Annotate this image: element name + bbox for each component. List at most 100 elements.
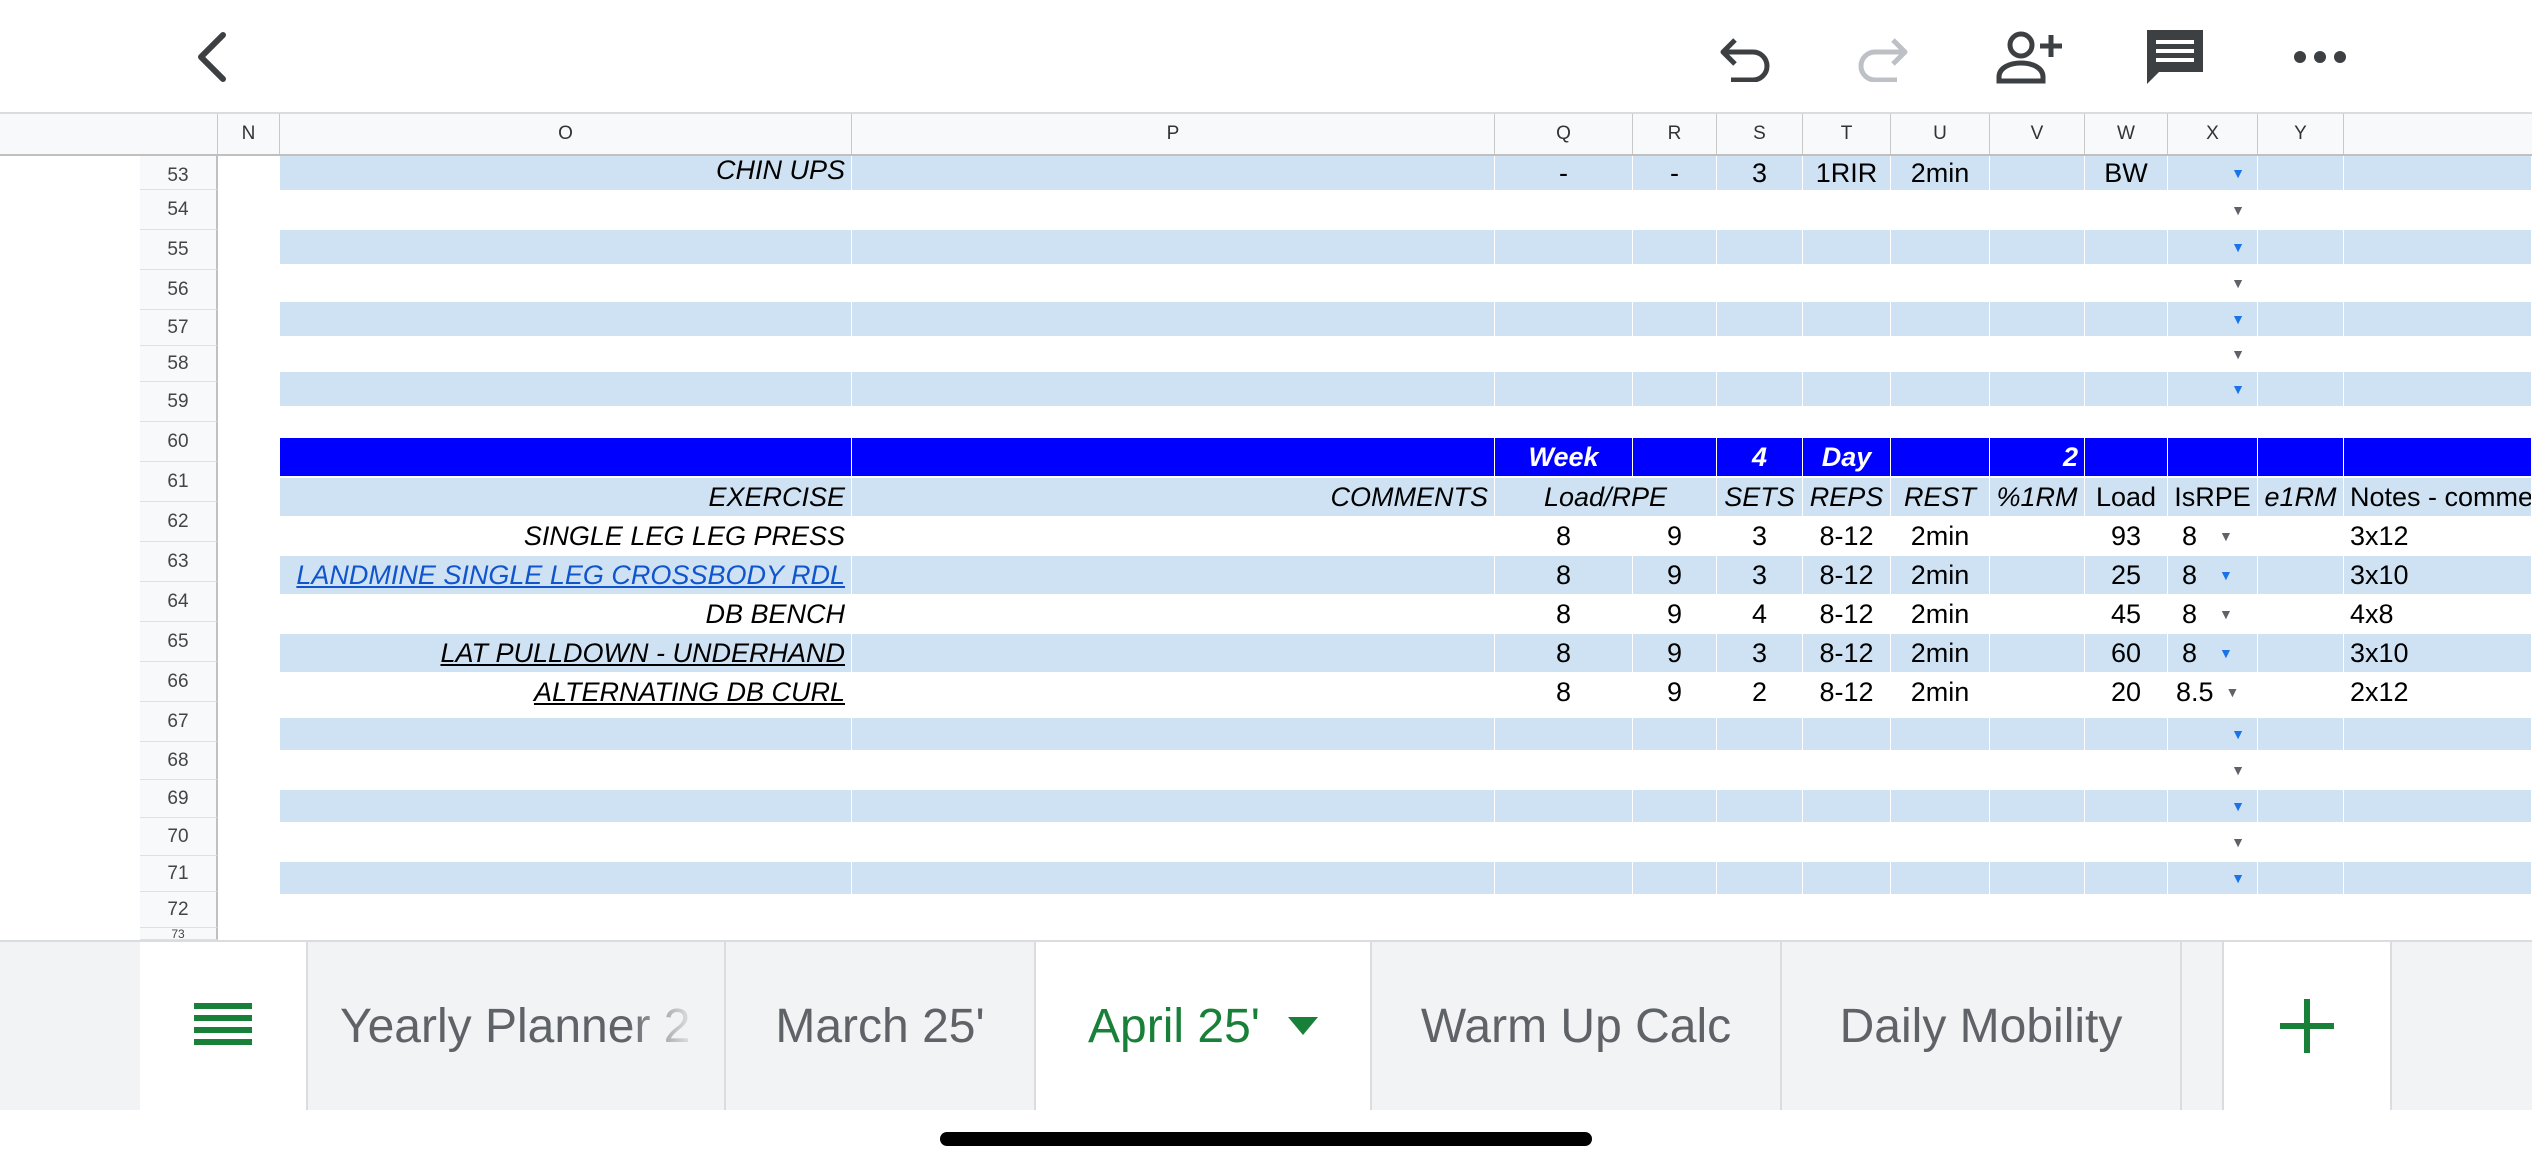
- pct-1rm-cell[interactable]: [1990, 594, 2085, 634]
- back-icon[interactable]: [178, 22, 248, 92]
- header-cell[interactable]: [1891, 438, 1990, 476]
- sets-cell[interactable]: 2: [1717, 672, 1803, 712]
- sets-cell[interactable]: [1717, 302, 1803, 336]
- comments-header[interactable]: COMMENTS: [852, 478, 1495, 516]
- week-number[interactable]: 4: [1717, 438, 1803, 476]
- row-header[interactable]: 70: [140, 818, 218, 856]
- is-rpe-dropdown[interactable]: 8 ▼: [2168, 634, 2258, 672]
- comments-cell[interactable]: [852, 156, 1495, 190]
- row-header[interactable]: 69: [140, 780, 218, 818]
- load-cell[interactable]: 20: [2085, 672, 2168, 712]
- sets-cell[interactable]: [1717, 790, 1803, 822]
- rest-cell[interactable]: 2min: [1891, 556, 1990, 594]
- exercise-link-cell[interactable]: LAT PULLDOWN - UNDERHAND: [280, 634, 852, 672]
- exercise-link[interactable]: LANDMINE SINGLE LEG CROSSBODY RDL: [296, 560, 845, 591]
- load-rpe-cell[interactable]: 8: [1495, 672, 1633, 712]
- is-rpe-dropdown[interactable]: ▼: [2168, 718, 2258, 750]
- rpe-cell[interactable]: 9: [1633, 634, 1717, 672]
- e1rm-cell[interactable]: [2258, 156, 2344, 190]
- rpe-cell[interactable]: -: [1633, 156, 1717, 190]
- comments-cell[interactable]: [852, 516, 1495, 556]
- notes-cell[interactable]: [2344, 372, 2532, 406]
- add-sheet-button[interactable]: [2224, 942, 2392, 1110]
- load-cell[interactable]: [2085, 718, 2168, 750]
- row-header[interactable]: 64: [140, 582, 218, 622]
- sets-cell[interactable]: 3: [1717, 634, 1803, 672]
- load-rpe-cell[interactable]: [1495, 718, 1633, 750]
- notes-header[interactable]: Notes - comme: [2344, 478, 2532, 516]
- exercise-cell[interactable]: [280, 302, 852, 336]
- pct-1rm-cell[interactable]: [1990, 634, 2085, 672]
- e1rm-header[interactable]: e1RM: [2258, 478, 2344, 516]
- load-rpe-header[interactable]: Load/RPE: [1495, 478, 1717, 516]
- notes-cell[interactable]: 3x12: [2344, 516, 2532, 556]
- notes-cell[interactable]: 2x12: [2344, 672, 2532, 712]
- comments-cell[interactable]: [852, 862, 1495, 894]
- column-header-v[interactable]: V: [1990, 114, 2085, 154]
- reps-cell[interactable]: [1803, 718, 1891, 750]
- rest-cell[interactable]: [1891, 230, 1990, 264]
- reps-cell[interactable]: 8-12: [1803, 556, 1891, 594]
- exercise-link-cell[interactable]: LANDMINE SINGLE LEG CROSSBODY RDL: [280, 556, 852, 594]
- e1rm-cell[interactable]: [2258, 594, 2344, 634]
- rpe-cell[interactable]: [1633, 718, 1717, 750]
- column-header-z[interactable]: [2344, 114, 2532, 154]
- rest-cell[interactable]: 2min: [1891, 634, 1990, 672]
- load-rpe-cell[interactable]: 8: [1495, 594, 1633, 634]
- rpe-cell[interactable]: [1633, 372, 1717, 406]
- header-cell[interactable]: [2085, 438, 2168, 476]
- is-rpe-dropdown[interactable]: 8 ▼: [2168, 556, 2258, 594]
- column-header-p[interactable]: P: [852, 114, 1495, 154]
- column-header-t[interactable]: T: [1803, 114, 1891, 154]
- rpe-cell[interactable]: [1633, 790, 1717, 822]
- e1rm-cell[interactable]: [2258, 634, 2344, 672]
- row-header[interactable]: 53: [140, 156, 218, 190]
- load-cell[interactable]: BW: [2085, 156, 2168, 190]
- load-cell[interactable]: 60: [2085, 634, 2168, 672]
- pct-1rm-cell[interactable]: [1990, 230, 2085, 264]
- notes-cell[interactable]: [2344, 790, 2532, 822]
- reps-cell[interactable]: 1RIR: [1803, 156, 1891, 190]
- exercise-link[interactable]: ALTERNATING DB CURL: [534, 677, 845, 708]
- column-header-o[interactable]: O: [280, 114, 852, 154]
- load-cell[interactable]: 25: [2085, 556, 2168, 594]
- header-cell[interactable]: [852, 438, 1495, 476]
- rest-cell[interactable]: 2min: [1891, 516, 1990, 556]
- load-header[interactable]: Load: [2085, 478, 2168, 516]
- rest-cell[interactable]: 2min: [1891, 672, 1990, 712]
- reps-cell[interactable]: 8-12: [1803, 516, 1891, 556]
- rpe-cell[interactable]: 9: [1633, 516, 1717, 556]
- rest-cell[interactable]: 2min: [1891, 594, 1990, 634]
- notes-cell[interactable]: 4x8: [2344, 594, 2532, 634]
- pct-1rm-cell[interactable]: [1990, 302, 2085, 336]
- all-sheets-button[interactable]: [140, 942, 308, 1110]
- pct-1rm-cell[interactable]: [1990, 790, 2085, 822]
- notes-cell[interactable]: [2344, 302, 2532, 336]
- pct-1rm-cell[interactable]: [1990, 556, 2085, 594]
- load-cell[interactable]: 45: [2085, 594, 2168, 634]
- sets-cell[interactable]: 3: [1717, 516, 1803, 556]
- column-header-n[interactable]: N: [218, 114, 280, 154]
- load-cell[interactable]: [2085, 372, 2168, 406]
- rest-cell[interactable]: [1891, 862, 1990, 894]
- exercise-link[interactable]: LAT PULLDOWN - UNDERHAND: [440, 638, 845, 669]
- load-rpe-cell[interactable]: -: [1495, 156, 1633, 190]
- add-person-icon[interactable]: [1995, 22, 2065, 92]
- row-header[interactable]: 61: [140, 462, 218, 502]
- e1rm-cell[interactable]: [2258, 672, 2344, 712]
- row-header[interactable]: 62: [140, 502, 218, 542]
- is-rpe-header[interactable]: IsRPE: [2168, 478, 2258, 516]
- is-rpe-dropdown[interactable]: ▼: [2168, 750, 2258, 790]
- is-rpe-dropdown[interactable]: ▼: [2168, 156, 2258, 190]
- row-header[interactable]: 63: [140, 542, 218, 582]
- notes-cell[interactable]: [2344, 230, 2532, 264]
- pct-1rm-cell[interactable]: [1990, 718, 2085, 750]
- exercise-cell[interactable]: CHIN UPS: [280, 156, 852, 190]
- exercise-cell[interactable]: [280, 230, 852, 264]
- chevron-down-icon[interactable]: [1287, 1017, 1318, 1035]
- is-rpe-dropdown[interactable]: ▼: [2168, 790, 2258, 822]
- comments-cell[interactable]: [852, 790, 1495, 822]
- row-header[interactable]: 57: [140, 310, 218, 346]
- row-header[interactable]: 58: [140, 346, 218, 382]
- e1rm-cell[interactable]: [2258, 302, 2344, 336]
